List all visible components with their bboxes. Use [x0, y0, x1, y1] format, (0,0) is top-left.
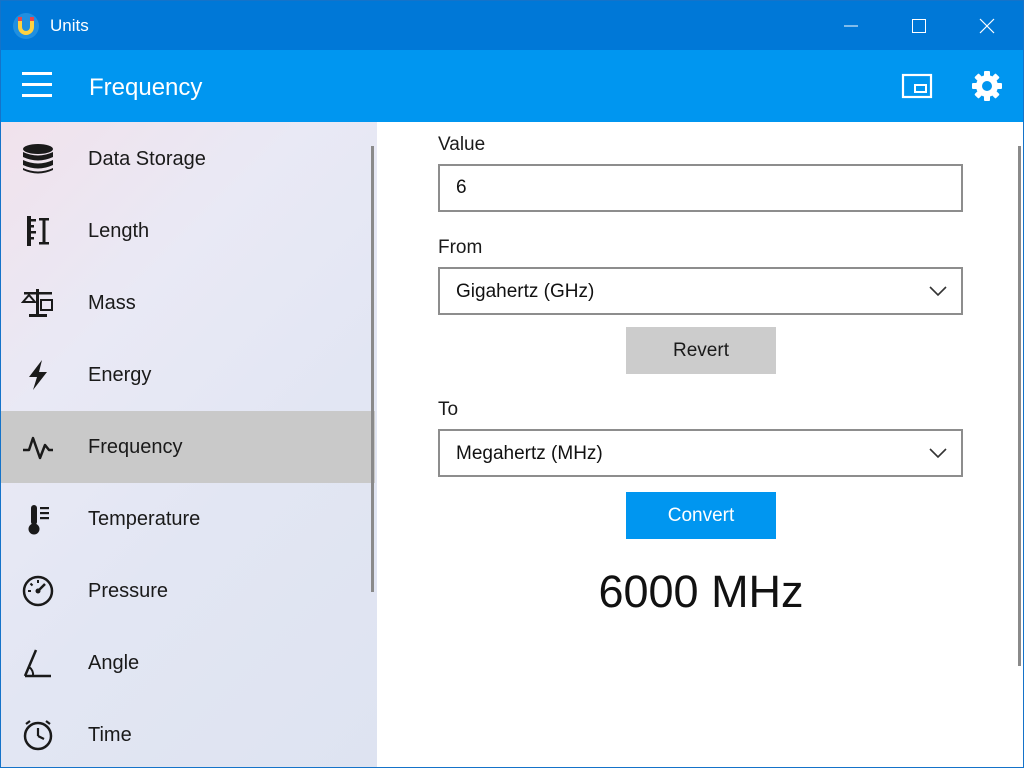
chevron-down-icon	[929, 448, 947, 459]
sidebar-item-label: Data Storage	[88, 148, 206, 170]
sidebar-item-pressure[interactable]: Pressure	[1, 555, 375, 627]
ruler-icon	[19, 213, 57, 249]
sidebar-item-label: Mass	[88, 292, 136, 314]
value-label: Value	[438, 134, 486, 155]
close-icon	[979, 18, 995, 33]
sidebar-item-label: Frequency	[88, 436, 183, 458]
sidebar-item-angle[interactable]: Angle	[1, 627, 375, 699]
sidebar-item-label: Pressure	[88, 580, 169, 602]
clock-icon	[19, 717, 57, 753]
lightning-icon	[19, 357, 57, 393]
from-unit-select[interactable]: Gigahertz (GHz)	[438, 267, 963, 315]
units-logo-icon	[12, 12, 40, 40]
to-unit-value: Megahertz (MHz)	[456, 443, 603, 464]
chevron-down-icon	[929, 286, 947, 297]
settings-button[interactable]	[963, 62, 1011, 110]
compact-overlay-button[interactable]	[895, 64, 939, 108]
window-title: Units	[50, 16, 89, 35]
sidebar-item-frequency[interactable]: Frequency	[1, 411, 375, 483]
sidebar-item-data-storage[interactable]: Data Storage	[1, 123, 375, 195]
sidebar-item-label: Angle	[88, 652, 140, 674]
main-scrollbar[interactable]	[1018, 146, 1021, 666]
sidebar-item-time[interactable]: Time	[1, 699, 375, 767]
revert-button[interactable]: Revert	[626, 327, 776, 374]
gauge-icon	[19, 573, 57, 609]
minimize-icon	[844, 25, 858, 26]
compact-overlay-icon	[901, 73, 933, 99]
app-window: Units Frequency Data Storage Length Mass…	[0, 0, 1024, 768]
sidebar-item-label: Length	[88, 220, 150, 242]
hamburger-icon	[22, 72, 52, 97]
close-button[interactable]	[953, 1, 1021, 50]
maximize-icon	[912, 18, 926, 33]
maximize-button[interactable]	[885, 1, 953, 50]
angle-icon	[19, 645, 57, 681]
converter-panel: Value 6 From Gigahertz (GHz) Revert To M…	[377, 122, 1023, 767]
sidebar-item-length[interactable]: Length	[1, 195, 375, 267]
thermometer-icon	[19, 501, 57, 537]
sidebar: Data Storage Length Mass Energy Frequenc…	[1, 122, 377, 767]
title-bar[interactable]: Units	[1, 1, 1023, 50]
convert-button[interactable]: Convert	[626, 492, 776, 539]
database-icon	[19, 141, 57, 177]
sidebar-item-temperature[interactable]: Temperature	[1, 483, 375, 555]
sidebar-item-label: Energy	[88, 364, 152, 386]
value-input-text: 6	[456, 177, 467, 198]
conversion-result: 6000 MHz	[598, 566, 804, 617]
gear-icon	[972, 71, 1002, 101]
from-unit-value: Gigahertz (GHz)	[456, 281, 595, 302]
from-label: From	[438, 237, 483, 258]
sidebar-item-mass[interactable]: Mass	[1, 267, 375, 339]
sidebar-item-energy[interactable]: Energy	[1, 339, 375, 411]
waveform-icon	[19, 429, 57, 465]
value-input[interactable]: 6	[438, 164, 963, 212]
sidebar-scrollbar[interactable]	[371, 146, 374, 592]
sidebar-item-label: Temperature	[88, 508, 201, 530]
hamburger-menu-button[interactable]	[18, 69, 58, 103]
scale-icon	[19, 285, 57, 321]
app-header: Frequency	[1, 50, 1023, 122]
minimize-button[interactable]	[817, 1, 885, 50]
sidebar-item-label: Time	[88, 724, 132, 746]
page-title: Frequency	[89, 74, 203, 101]
to-unit-select[interactable]: Megahertz (MHz)	[438, 429, 963, 477]
to-label: To	[438, 399, 459, 420]
